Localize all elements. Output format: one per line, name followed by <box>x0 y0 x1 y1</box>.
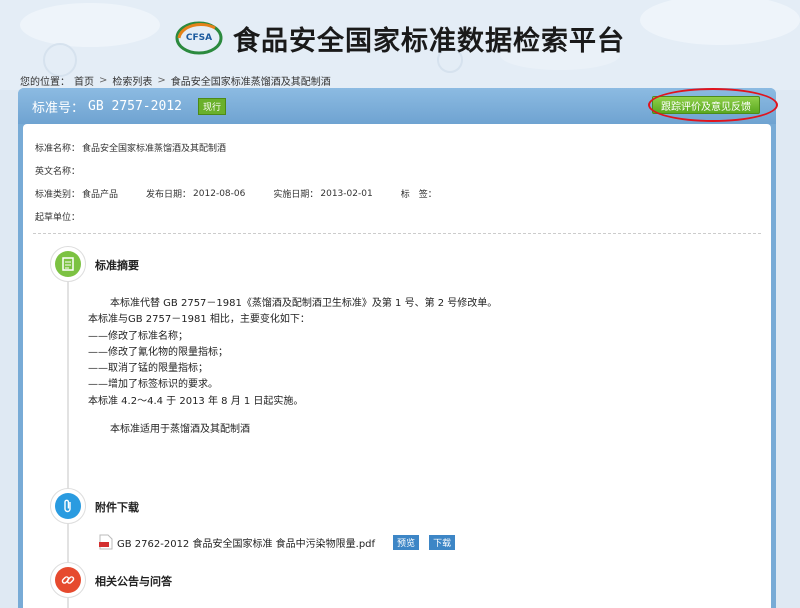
site-header: CFSA 食品安全国家标准数据检索平台 <box>0 18 800 58</box>
status-badge: 现行 <box>197 97 226 115</box>
meta-row-dates: 标准类别： 食品产品 发布日期： 2012-08-06 实施日期： 2013-0… <box>35 182 771 205</box>
download-title: 附件下载 <box>95 501 139 514</box>
logo-text: CFSA <box>185 33 213 43</box>
abstract-text: 本标准代替 GB 2757－1981《蒸馏酒及配制酒卫生标准》及第 1 号、第 … <box>88 296 497 438</box>
abstract-node <box>50 246 86 282</box>
download-button[interactable]: 下载 <box>429 534 456 550</box>
pdf-icon <box>99 534 113 550</box>
related-node <box>50 562 86 598</box>
category-value: 食品产品 <box>82 190 119 200</box>
abstract-line: ——取消了锰的限量指标； <box>88 363 208 375</box>
impl-date-value: 2013-02-01 <box>320 188 373 199</box>
panel-body: 标准名称： 食品安全国家标准蒸馏酒及其配制酒 英文名称： 标准类别： 食品产品 … <box>23 124 771 608</box>
download-node <box>50 488 86 524</box>
tag-label: 标 签： <box>400 190 437 200</box>
breadcrumb-home[interactable]: 首页 <box>74 73 94 88</box>
divider <box>33 233 761 234</box>
impl-date-label: 实施日期： <box>273 190 319 200</box>
preview-button[interactable]: 预览 <box>393 534 420 550</box>
meta-info: 标准名称： 食品安全国家标准蒸馏酒及其配制酒 英文名称： 标准类别： 食品产品 … <box>23 124 771 228</box>
breadcrumb-separator: > <box>157 75 166 86</box>
cfsa-logo: CFSA <box>175 21 223 55</box>
meta-row-english: 英文名称： <box>35 159 771 182</box>
abstract-line: ——增加了标签标识的要求。 <box>88 379 218 391</box>
publish-date-value: 2012-08-06 <box>193 188 246 199</box>
standard-detail-panel: 标准号： GB 2757-2012 现行 跟踪评价及意见反馈 标准名称： 食品安… <box>18 88 778 608</box>
abstract-line: 本标准与GB 2757－1981 相比，主要变化如下： <box>88 314 310 326</box>
breadcrumb: 您的位置： 首页 > 检索列表 > 食品安全国家标准蒸馏酒及其配制酒 <box>20 73 331 88</box>
name-value: 食品安全国家标准蒸馏酒及其配制酒 <box>82 144 227 154</box>
document-icon <box>55 251 81 277</box>
related-title: 相关公告与问答 <box>95 575 172 588</box>
name-label: 标准名称： <box>35 144 81 154</box>
drafter-label: 起草单位： <box>35 213 81 223</box>
abstract-scope: 本标准适用于蒸馏酒及其配制酒 <box>110 424 250 436</box>
abstract-title: 标准摘要 <box>95 259 139 272</box>
timeline-line <box>67 264 69 608</box>
std-no: GB 2757-2012 <box>88 98 182 114</box>
highlight-circle <box>648 88 778 122</box>
paperclip-icon <box>55 493 81 519</box>
english-name-label: 英文名称： <box>35 167 81 177</box>
breadcrumb-prefix: 您的位置： <box>20 77 70 88</box>
panel-header: 标准号： GB 2757-2012 现行 跟踪评价及意见反馈 <box>18 88 778 124</box>
abstract-line: 本标准代替 GB 2757－1981《蒸馏酒及配制酒卫生标准》及第 1 号、第 … <box>110 298 498 309</box>
link-icon <box>55 567 81 593</box>
site-title: 食品安全国家标准数据检索平台 <box>233 25 625 57</box>
breadcrumb-search-list[interactable]: 检索列表 <box>112 73 152 88</box>
category-label: 标准类别： <box>35 190 81 200</box>
meta-row-drafter: 起草单位： <box>35 205 771 228</box>
abstract-line: ——修改了氰化物的限量指标； <box>88 346 228 358</box>
attachment-row: GB 2762-2012 食品安全国家标准 食品中污染物限量.pdf 预览 下载 <box>99 534 456 550</box>
abstract-line: 本标准 4.2～4.4 于 2013 年 8 月 1 日起实施。 <box>88 395 304 407</box>
std-no-label: 标准号： <box>32 100 85 116</box>
publish-date-label: 发布日期： <box>146 190 192 200</box>
breadcrumb-current: 食品安全国家标准蒸馏酒及其配制酒 <box>170 77 331 88</box>
meta-row-name: 标准名称： 食品安全国家标准蒸馏酒及其配制酒 <box>35 136 771 159</box>
abstract-line: ——修改了标准名称； <box>88 330 188 342</box>
attachment-name[interactable]: GB 2762-2012 食品安全国家标准 食品中污染物限量.pdf <box>117 535 375 550</box>
breadcrumb-separator: > <box>99 75 108 86</box>
